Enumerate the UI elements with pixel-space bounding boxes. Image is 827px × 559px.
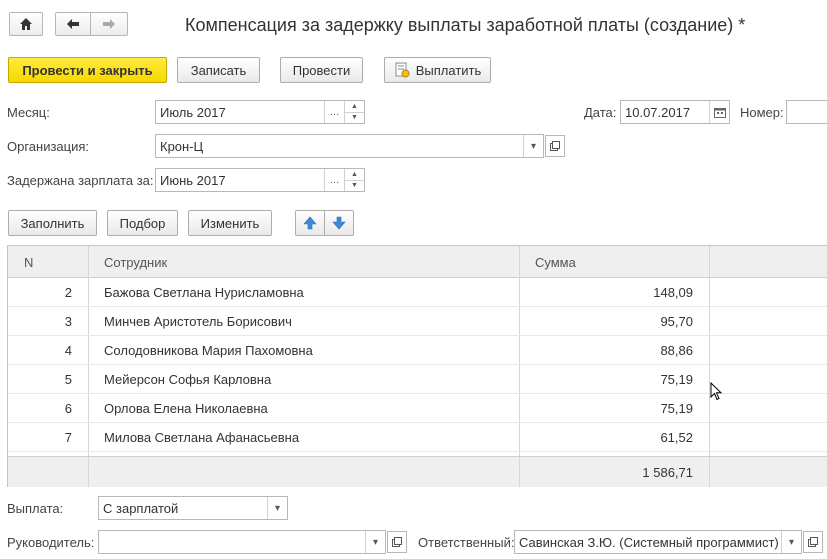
column-header-sum[interactable]: Сумма bbox=[535, 246, 576, 278]
employees-table[interactable]: N Сотрудник Сумма 2 Бажова Светлана Нури… bbox=[7, 245, 827, 487]
organization-open-button[interactable] bbox=[545, 135, 565, 157]
row-employee: Солодовникова Мария Пахомовна bbox=[104, 343, 313, 358]
head-dropdown-button[interactable]: ▾ bbox=[365, 531, 385, 553]
row-sum: 75,19 bbox=[660, 372, 693, 387]
date-value: 10.07.2017 bbox=[625, 104, 691, 120]
month-spinner[interactable]: ▲ ▼ bbox=[344, 101, 364, 123]
row-employee: Минчев Аристотель Борисович bbox=[104, 314, 292, 329]
pay-button[interactable]: Выплатить bbox=[384, 57, 491, 83]
responsible-open-button[interactable] bbox=[803, 531, 823, 553]
row-number: 7 bbox=[64, 430, 72, 445]
row-employee: Орлова Елена Николаевна bbox=[104, 401, 268, 416]
total-sum: 1 586,71 bbox=[642, 465, 693, 480]
forward-button[interactable] bbox=[90, 12, 128, 36]
column-divider bbox=[709, 457, 710, 487]
row-sum: 95,70 bbox=[660, 314, 693, 329]
row-number: 4 bbox=[64, 343, 72, 358]
number-field[interactable] bbox=[786, 100, 827, 124]
spin-down-icon[interactable]: ▼ bbox=[345, 181, 364, 192]
table-footer: 1 586,71 bbox=[8, 456, 827, 487]
pick-button[interactable]: Подбор bbox=[107, 210, 178, 236]
home-button[interactable] bbox=[9, 12, 43, 36]
row-employee: Бажова Светлана Нурисламовна bbox=[104, 285, 304, 300]
column-header-employee[interactable]: Сотрудник bbox=[104, 246, 167, 278]
post-and-close-button[interactable]: Провести и закрыть bbox=[8, 57, 167, 83]
column-divider bbox=[88, 457, 89, 487]
head-label: Руководитель: bbox=[7, 535, 95, 550]
open-icon bbox=[550, 141, 560, 151]
change-button[interactable]: Изменить bbox=[188, 210, 272, 236]
table-row[interactable]: 3 Минчев Аристотель Борисович 95,70 bbox=[8, 307, 827, 336]
responsible-dropdown-button[interactable]: ▾ bbox=[781, 531, 801, 553]
calendar-icon bbox=[713, 107, 726, 118]
arrow-right-icon bbox=[103, 19, 115, 29]
payment-value: С зарплатой bbox=[103, 500, 179, 516]
pay-button-label: Выплатить bbox=[415, 62, 482, 78]
delayed-salary-value: Июнь 2017 bbox=[160, 172, 226, 188]
month-field[interactable]: Июль 2017 … ▲ ▼ bbox=[155, 100, 365, 124]
row-sum: 75,19 bbox=[660, 401, 693, 416]
table-row[interactable]: 4 Солодовникова Мария Пахомовна 88,86 bbox=[8, 336, 827, 365]
page-title: Компенсация за задержку выплаты заработн… bbox=[185, 15, 746, 35]
table-row[interactable]: 5 Мейерсон Софья Карловна 75,19 bbox=[8, 365, 827, 394]
arrow-down-icon bbox=[332, 216, 346, 230]
table-row[interactable]: 7 Милова Светлана Афанасьевна 61,52 bbox=[8, 423, 827, 452]
number-label: Номер: bbox=[740, 105, 784, 120]
spin-up-icon[interactable]: ▲ bbox=[345, 101, 364, 113]
spin-up-icon[interactable]: ▲ bbox=[345, 169, 364, 181]
row-employee: Милова Светлана Афанасьевна bbox=[104, 430, 300, 445]
month-select-button[interactable]: … bbox=[324, 101, 344, 123]
post-button[interactable]: Провести bbox=[280, 57, 363, 83]
column-header-n[interactable]: N bbox=[24, 246, 33, 278]
delayed-salary-label: Задержана зарплата за: bbox=[7, 173, 154, 188]
move-up-button[interactable] bbox=[295, 210, 325, 236]
payment-field[interactable]: С зарплатой ▾ bbox=[98, 496, 288, 520]
table-row[interactable]: 6 Орлова Елена Николаевна 75,19 bbox=[8, 394, 827, 423]
row-employee: Мейерсон Софья Карловна bbox=[104, 372, 272, 387]
responsible-value: Савинская З.Ю. (Системный программист) bbox=[519, 534, 779, 550]
organization-value: Крон-Ц bbox=[160, 138, 204, 154]
row-number: 2 bbox=[64, 285, 72, 300]
arrow-left-icon bbox=[67, 19, 79, 29]
delayed-select-button[interactable]: … bbox=[324, 169, 344, 191]
payment-dropdown-button[interactable]: ▾ bbox=[267, 497, 287, 519]
organization-field[interactable]: Крон-Ц ▾ bbox=[155, 134, 544, 158]
organization-label: Организация: bbox=[7, 139, 90, 154]
head-field[interactable]: ▾ bbox=[98, 530, 386, 554]
mouse-cursor-icon bbox=[710, 382, 723, 401]
date-field[interactable]: 10.07.2017 bbox=[620, 100, 730, 124]
open-icon bbox=[392, 537, 402, 547]
month-value: Июль 2017 bbox=[160, 104, 226, 120]
row-number: 6 bbox=[64, 401, 72, 416]
payment-label: Выплата: bbox=[7, 501, 64, 516]
responsible-field[interactable]: Савинская З.Ю. (Системный программист) ▾ bbox=[514, 530, 802, 554]
row-sum: 148,09 bbox=[653, 285, 693, 300]
table-row[interactable]: 2 Бажова Светлана Нурисламовна 148,09 bbox=[8, 278, 827, 307]
save-button[interactable]: Записать bbox=[177, 57, 260, 83]
delayed-salary-field[interactable]: Июнь 2017 … ▲ ▼ bbox=[155, 168, 365, 192]
calendar-button[interactable] bbox=[709, 101, 729, 123]
responsible-label: Ответственный: bbox=[418, 535, 515, 550]
row-sum: 88,86 bbox=[660, 343, 693, 358]
month-label: Месяц: bbox=[7, 105, 50, 120]
head-open-button[interactable] bbox=[387, 531, 407, 553]
delayed-spinner[interactable]: ▲ ▼ bbox=[344, 169, 364, 191]
home-icon bbox=[20, 18, 32, 30]
back-button[interactable] bbox=[55, 12, 91, 36]
pay-document-icon bbox=[395, 62, 410, 78]
fill-button[interactable]: Заполнить bbox=[8, 210, 97, 236]
arrow-up-icon bbox=[303, 216, 317, 230]
spin-down-icon[interactable]: ▼ bbox=[345, 113, 364, 124]
row-sum: 61,52 bbox=[660, 430, 693, 445]
organization-dropdown-button[interactable]: ▾ bbox=[523, 135, 543, 157]
row-number: 3 bbox=[64, 314, 72, 329]
table-header: N Сотрудник Сумма bbox=[8, 246, 827, 278]
open-icon bbox=[808, 537, 818, 547]
row-number: 5 bbox=[64, 372, 72, 387]
date-label: Дата: bbox=[584, 105, 617, 120]
move-down-button[interactable] bbox=[324, 210, 354, 236]
